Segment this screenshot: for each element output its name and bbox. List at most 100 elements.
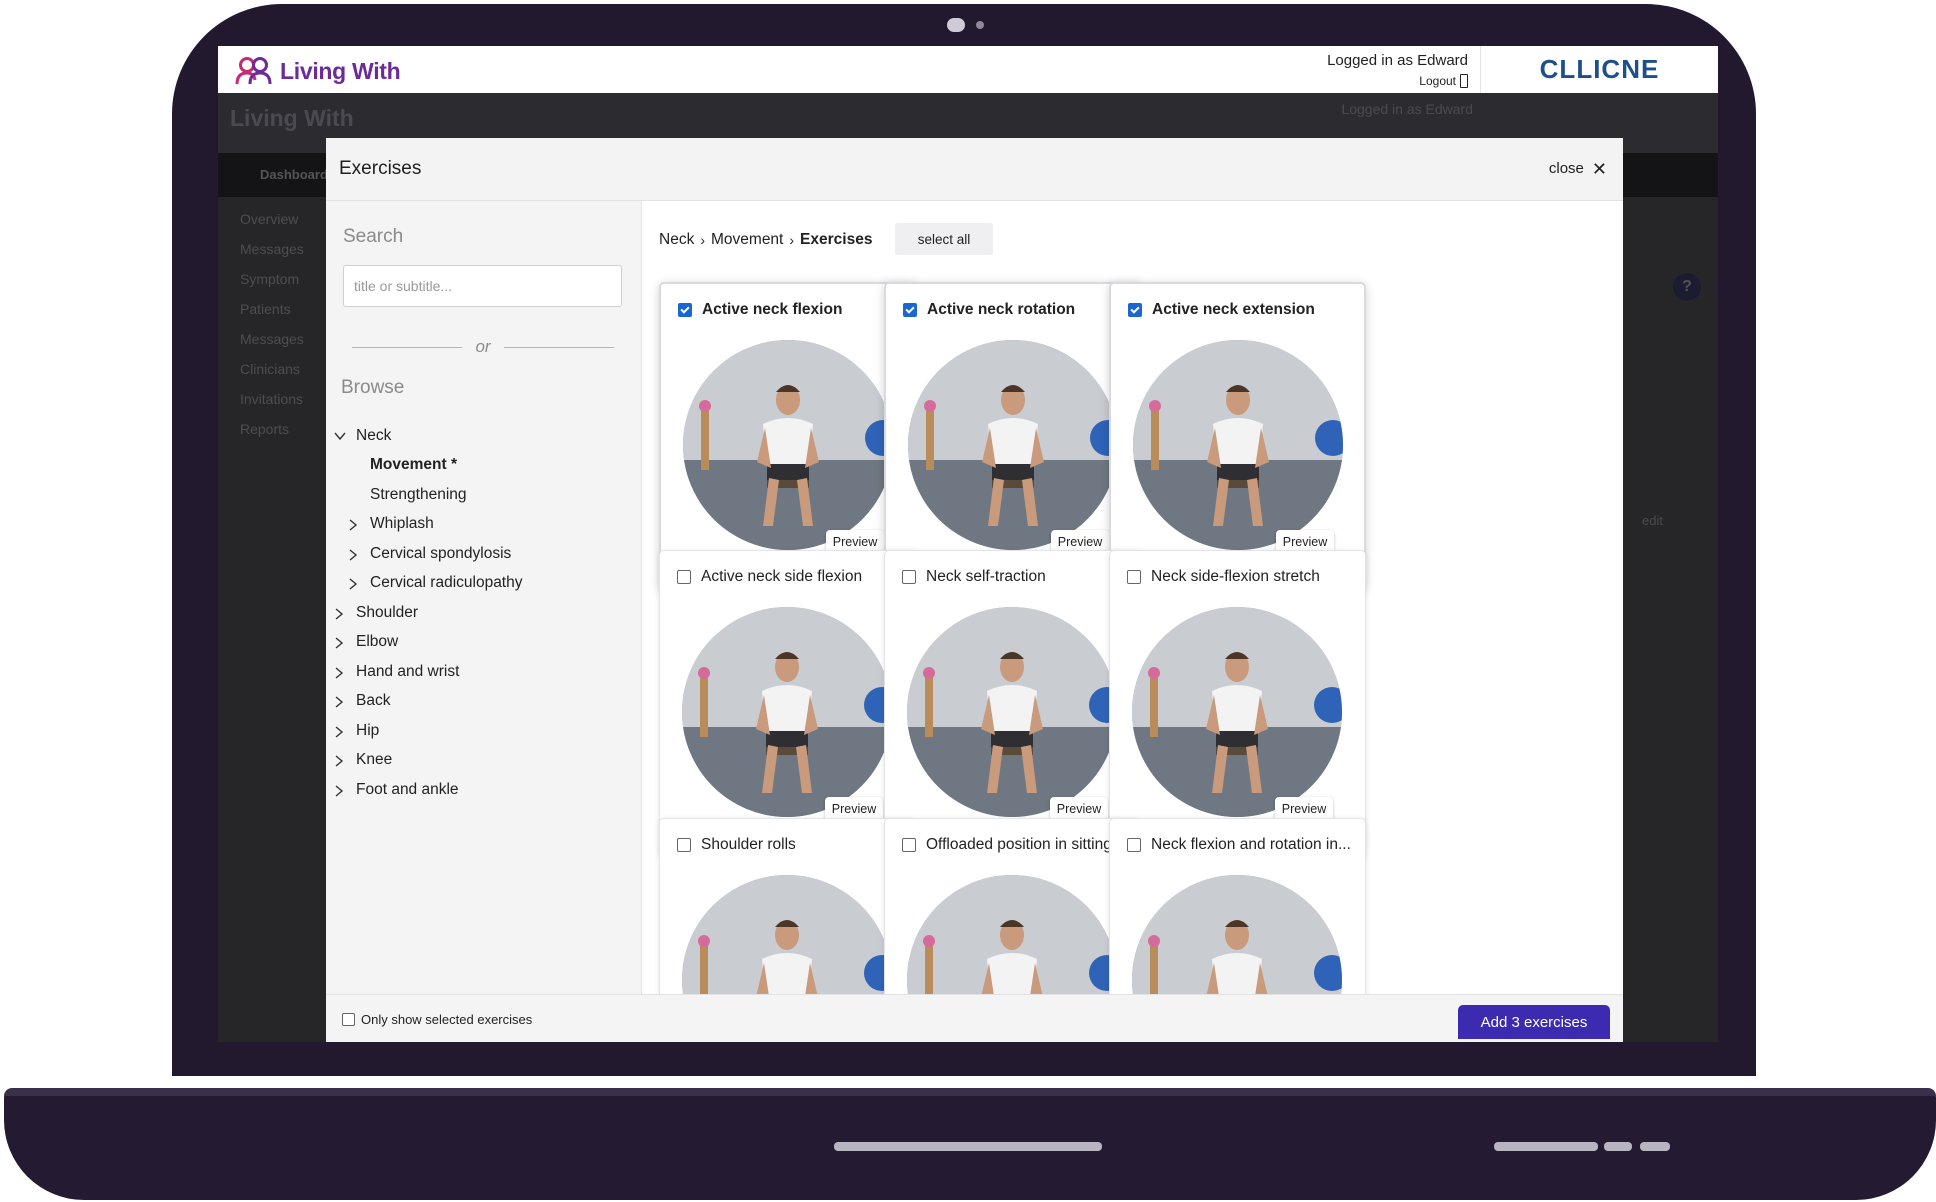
background-login: Logged in as Edward [1341, 101, 1473, 117]
exercise-checkbox[interactable] [677, 570, 691, 584]
chevron-right-icon[interactable] [348, 519, 358, 531]
exercise-checkbox[interactable] [902, 838, 916, 852]
breadcrumb-separator-icon: › [700, 232, 705, 248]
exercise-card-header: Neck side-flexion stretch [1127, 568, 1320, 586]
tree-item[interactable]: Cervical radiculopathy [334, 569, 634, 599]
breadcrumb: Neck › Movement › Exercises [659, 231, 872, 249]
only-selected-label: Only show selected exercises [361, 1012, 533, 1027]
background-edit-link: edit [1642, 513, 1663, 528]
tree-item-label: Hand and wrist [356, 662, 460, 680]
exercise-checkbox[interactable] [1127, 570, 1141, 584]
search-input[interactable] [343, 265, 622, 307]
laptop-vent [1640, 1142, 1670, 1151]
tree-item-label: Cervical spondylosis [370, 544, 512, 562]
login-status: Logged in as Edward Logout [1327, 52, 1468, 88]
exercise-checkbox[interactable] [1128, 303, 1142, 317]
breadcrumb-neck[interactable]: Neck [659, 231, 694, 249]
exercise-photo [907, 607, 1117, 817]
background-nav-dashboard: Dashboard [260, 167, 328, 182]
tree-item[interactable]: Shoulder [334, 598, 634, 628]
close-button[interactable]: close ✕ [1549, 158, 1607, 179]
chevron-right-icon[interactable] [334, 608, 344, 620]
exercise-card[interactable]: Neck flexion and rotation in...Preview [1109, 818, 1366, 994]
tree-item[interactable]: Knee [334, 746, 634, 776]
chevron-right-icon[interactable] [334, 755, 344, 767]
chevron-right-icon[interactable] [348, 578, 358, 590]
exercise-photo [1132, 875, 1342, 994]
select-all-button[interactable]: select all [895, 223, 993, 255]
only-selected-checkbox[interactable] [342, 1013, 355, 1026]
exercise-checkbox[interactable] [678, 303, 692, 317]
exercise-photo [1132, 607, 1342, 817]
tree-item[interactable]: Hip [334, 716, 634, 746]
exercise-card[interactable]: Active neck side flexion Preview [659, 550, 916, 858]
exercise-card[interactable]: Shoulder rollsPreview [659, 818, 916, 994]
exercise-card[interactable]: Active neck extension Preview [1109, 282, 1366, 590]
laptop-hinge [4, 1088, 1936, 1096]
exercise-card[interactable]: Neck side-flexion stretch Preview [1109, 550, 1366, 858]
laptop-vent [834, 1142, 1102, 1151]
exercise-photo [1133, 340, 1343, 550]
exercise-title: Offloaded position in sitting [926, 836, 1112, 853]
chevron-right-icon[interactable] [334, 726, 344, 738]
tree-item-label: Foot and ankle [356, 780, 459, 798]
webcam-light [976, 21, 984, 29]
add-exercises-button[interactable]: Add 3 exercises [1458, 1005, 1610, 1039]
close-icon: ✕ [1591, 158, 1607, 179]
exercise-card[interactable]: Offloaded position in sittingPreview [884, 818, 1141, 994]
chevron-right-icon[interactable] [348, 549, 358, 561]
exercise-title: Active neck flexion [702, 301, 843, 318]
tree-item[interactable]: Neck [334, 421, 634, 451]
tree-item[interactable]: Hand and wrist [334, 657, 634, 687]
tree-item[interactable]: Movement * [334, 451, 634, 481]
exercise-title: Active neck extension [1152, 301, 1315, 318]
logout-icon [1460, 74, 1468, 88]
chevron-down-icon[interactable] [334, 431, 346, 441]
exercise-card-header: Neck self-traction [902, 568, 1046, 586]
only-selected-toggle[interactable]: Only show selected exercises [342, 1012, 532, 1027]
laptop-base [4, 1088, 1936, 1200]
tree-item-label: Back [356, 692, 391, 710]
tree-item-label: Cervical radiculopathy [370, 574, 523, 592]
exercise-title: Shoulder rolls [701, 836, 796, 853]
tree-item[interactable]: Strengthening [334, 480, 634, 510]
exercise-card-header: Active neck rotation [903, 301, 1075, 319]
brand-logo-icon [235, 57, 272, 85]
tree-item[interactable]: Back [334, 687, 634, 717]
exercise-title: Active neck rotation [927, 301, 1076, 318]
exercise-photo [682, 875, 892, 994]
background-help-icon: ? [1673, 273, 1701, 301]
laptop-screen: Living With Logged in as Edward Logout C… [218, 46, 1718, 1042]
exercise-card-header: Active neck extension [1128, 301, 1315, 319]
chevron-right-icon[interactable] [334, 785, 344, 797]
laptop-vent [1604, 1142, 1632, 1151]
tree-item[interactable]: Foot and ankle [334, 775, 634, 805]
partner-logo: CLLICNE [1480, 46, 1718, 93]
webcam [947, 18, 965, 32]
modal-header: Exercises close ✕ [326, 138, 1623, 201]
breadcrumb-movement[interactable]: Movement [711, 231, 783, 249]
modal-footer: Only show selected exercises Add 3 exerc… [326, 994, 1623, 1042]
exercise-photo [908, 340, 1118, 550]
exercise-checkbox[interactable] [902, 570, 916, 584]
breadcrumb-separator-icon: › [789, 232, 795, 248]
tree-item[interactable]: Cervical spondylosis [334, 539, 634, 569]
exercise-card[interactable]: Active neck rotation Preview [884, 282, 1141, 590]
app-header: Living With Logged in as Edward Logout C… [218, 46, 1718, 93]
brand[interactable]: Living With [234, 56, 401, 86]
tree-item[interactable]: Elbow [334, 628, 634, 658]
chevron-right-icon[interactable] [334, 696, 344, 708]
exercise-card[interactable]: Neck self-traction Preview [884, 550, 1141, 858]
exercise-card[interactable]: Active neck flexion Preview [659, 282, 916, 590]
background-brand: Living With [230, 105, 354, 131]
logout-link[interactable]: Logout [1327, 74, 1468, 88]
exercise-checkbox[interactable] [1127, 838, 1141, 852]
breadcrumb-exercises: Exercises [800, 231, 873, 248]
logged-in-text: Logged in as Edward [1327, 52, 1468, 69]
tree-item[interactable]: Whiplash [334, 510, 634, 540]
exercise-checkbox[interactable] [903, 303, 917, 317]
search-label: Search [343, 226, 404, 247]
chevron-right-icon[interactable] [334, 637, 344, 649]
chevron-right-icon[interactable] [334, 667, 344, 679]
exercise-checkbox[interactable] [677, 838, 691, 852]
